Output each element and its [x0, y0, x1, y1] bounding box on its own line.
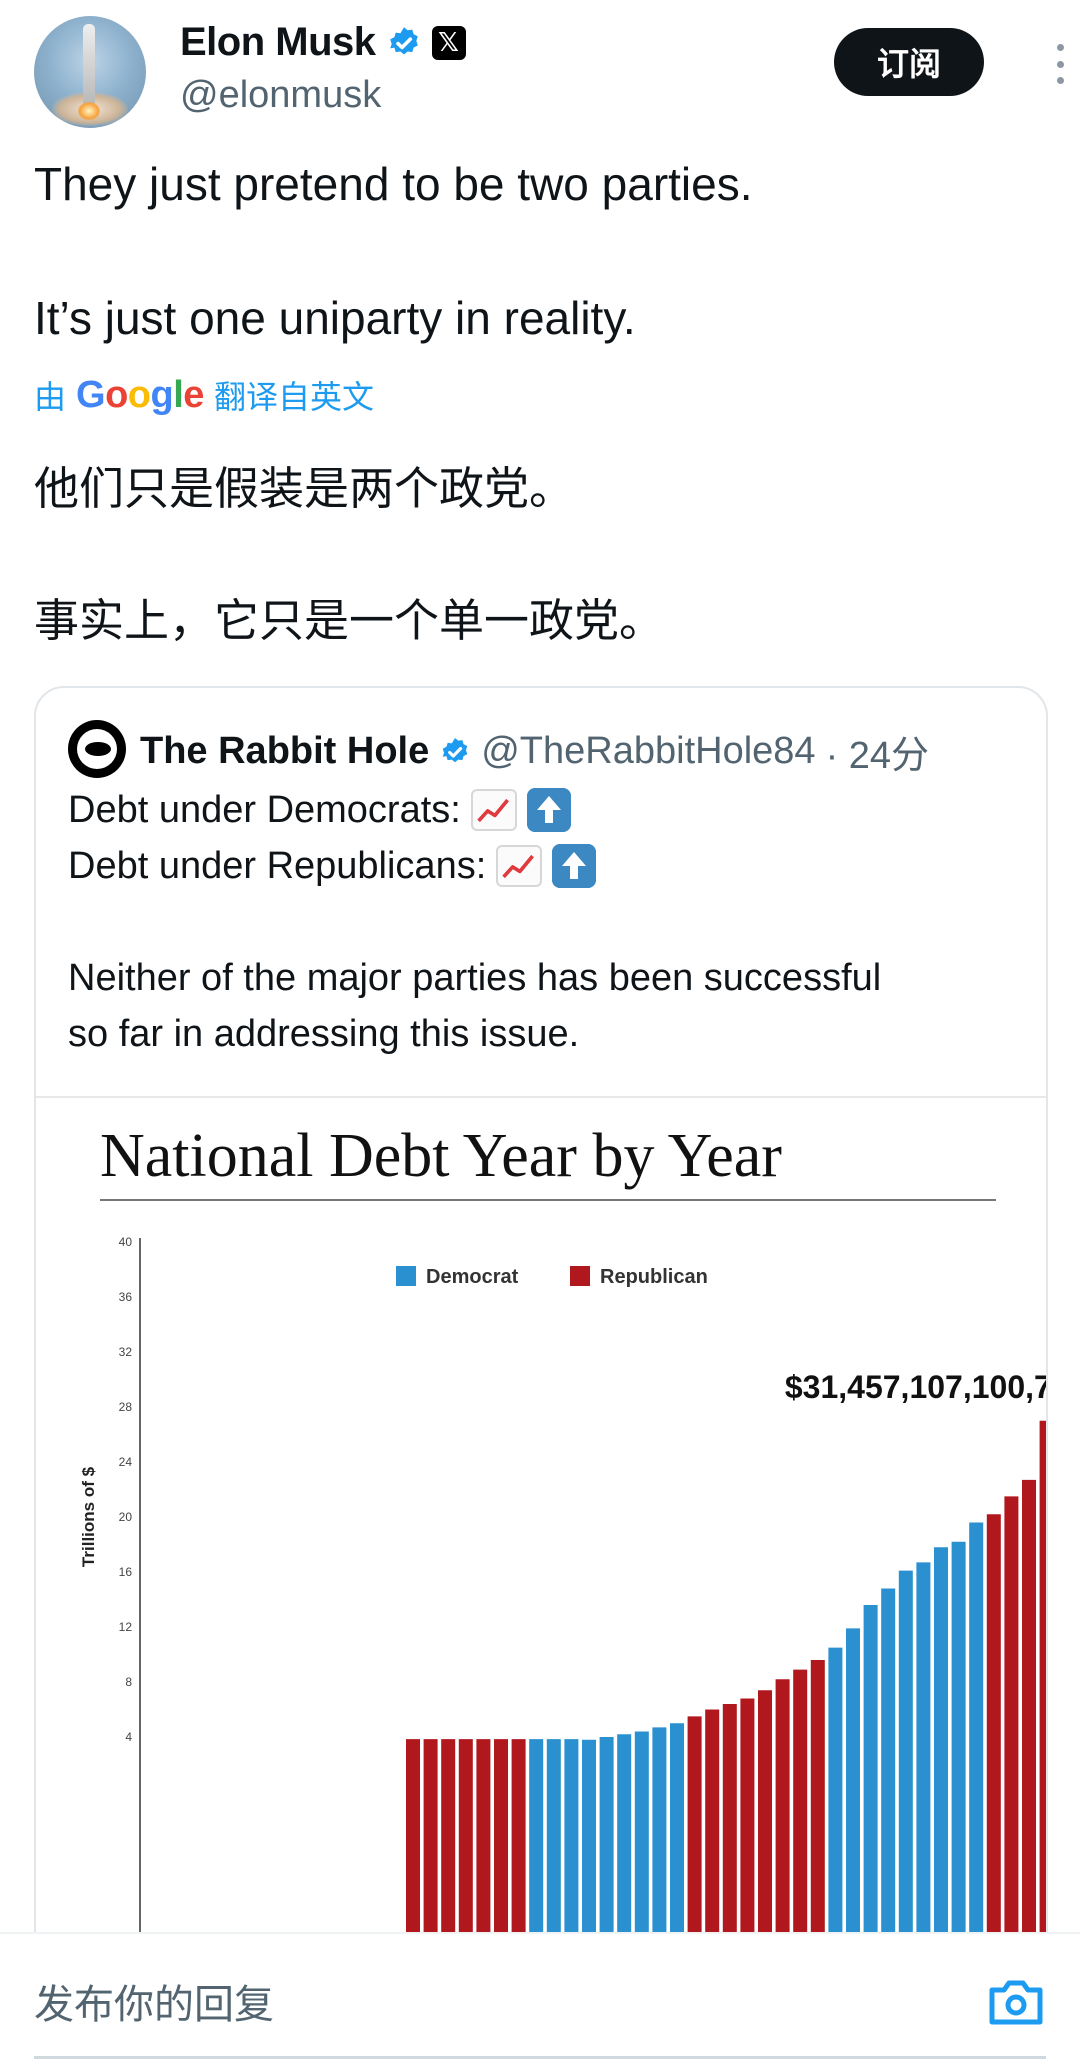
quoted-author-handle[interactable]: @TheRabbitHole84 [481, 730, 815, 773]
more-options-icon[interactable] [1040, 40, 1080, 88]
y-tick-label: 8 [125, 1675, 132, 1689]
verified-badge-icon [442, 737, 468, 762]
translated-by-google[interactable]: 由 Google 翻译自英文 [34, 372, 374, 418]
reply-bar: 发布你的回复 [0, 1932, 1080, 2072]
y-tick-label: 32 [119, 1345, 133, 1359]
quoted-text-line-2: Debt under Republicans: [68, 838, 597, 894]
post-header: Elon Musk 𝕏 @elonmusk 订阅 [34, 16, 1064, 130]
y-tick-label: 12 [119, 1620, 133, 1634]
quoted-text: Debt under Republicans: [68, 845, 487, 887]
post-text-line-2: It’s just one uniparty in reality. [34, 292, 636, 344]
translated-text-line-1: 他们只是假装是两个政党。 [34, 462, 575, 515]
quoted-post-card[interactable]: The Rabbit Hole @TheRabbitHole84 · 24分 D… [34, 686, 1048, 2072]
verified-badge-icon [389, 26, 418, 55]
y-tick-label: 24 [119, 1455, 133, 1469]
y-tick-label: 36 [119, 1290, 133, 1304]
translate-prefix: 由 [34, 378, 67, 416]
avatar-rocket [83, 24, 95, 104]
quoted-text-line-1: Debt under Democrats: [68, 782, 571, 838]
legend-swatch-democrat [396, 1266, 416, 1286]
y-tick-label: 4 [125, 1730, 132, 1744]
chart-annotation: $31,457,107,100,707 [785, 1369, 1046, 1405]
up-arrow-emoji-icon [526, 788, 571, 832]
quoted-post-time: · 24分 [825, 735, 930, 777]
author-handle[interactable]: @elonmusk [180, 74, 381, 117]
y-tick-label: 16 [119, 1565, 133, 1579]
quoted-text-line-3: Neither of the major parties has been su… [68, 957, 882, 999]
x-affiliation-icon: 𝕏 [431, 25, 466, 60]
chart-title: National Debt Year by Year [100, 1122, 782, 1190]
avatar-flame [78, 102, 100, 120]
quoted-text-line-4: so far in addressing this issue. [68, 1013, 580, 1055]
reply-input[interactable]: 发布你的回复 [34, 1972, 274, 2030]
y-tick-label: 20 [119, 1510, 133, 1524]
camera-icon[interactable] [988, 1978, 1044, 2026]
translated-text-line-2: 事实上，它只是一个单一政党。 [34, 594, 665, 647]
subscribe-button[interactable]: 订阅 [834, 28, 984, 96]
legend-label-democrat: Democrat [426, 1266, 519, 1288]
chart-increasing-emoji-icon [496, 845, 543, 887]
quoted-author-avatar[interactable] [68, 720, 126, 778]
quoted-author-name[interactable]: The Rabbit Hole [140, 730, 429, 773]
y-axis-label: Trillions of $ [79, 1466, 98, 1567]
y-tick-label: 28 [119, 1400, 133, 1414]
debt-bar-chart: National Debt Year by Year 4 8 12 16 20 24 28 32… [79, 1122, 1046, 2072]
chart-increasing-emoji-icon [470, 789, 517, 831]
quoted-post-header: The Rabbit Hole @TheRabbitHole84 · 24分 [140, 724, 929, 779]
post-text-line-1: They just pretend to be two parties. [34, 158, 753, 210]
author-name-row: Elon Musk 𝕏 [180, 20, 466, 65]
legend-swatch-republican [570, 1266, 590, 1286]
author-avatar[interactable] [34, 16, 146, 128]
quoted-text: Debt under Democrats: [68, 789, 461, 831]
author-display-name[interactable]: Elon Musk [180, 20, 376, 65]
up-arrow-emoji-icon [552, 844, 597, 888]
translate-suffix: 翻译自英文 [213, 378, 374, 416]
y-tick-label: 40 [119, 1235, 133, 1249]
debt-chart-image[interactable]: National Debt Year by Year 4 8 12 16 20 24 28 32… [36, 1096, 1046, 2072]
legend-label-republican: Republican [600, 1266, 708, 1288]
google-logo: Google [76, 373, 204, 416]
reply-divider [34, 2056, 1046, 2059]
